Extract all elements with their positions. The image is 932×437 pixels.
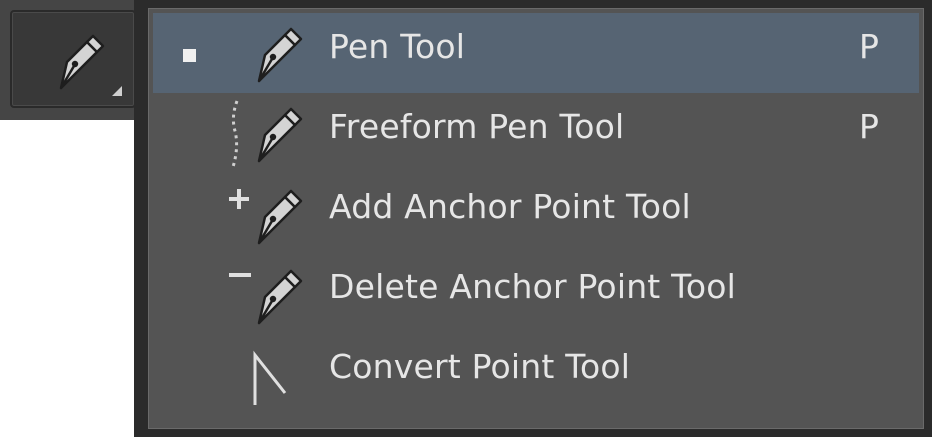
pen-icon xyxy=(257,27,303,83)
delete-anchor-point-icon xyxy=(229,269,303,325)
pen-tool-flyout: Pen Tool P Freeform Pen Tool P Add Ancho… xyxy=(0,0,932,437)
menu-item-label: Add Anchor Point Tool xyxy=(329,187,691,226)
freeform-pen-icon xyxy=(231,100,303,168)
tool-flyout-menu-list: Pen Tool P Freeform Pen Tool P Add Ancho… xyxy=(148,8,924,429)
selected-square-icon xyxy=(183,49,196,62)
menu-item-label: Delete Anchor Point Tool xyxy=(329,267,737,306)
menu-item-convert-point-tool[interactable]: Convert Point Tool xyxy=(153,333,919,413)
pen-icon xyxy=(42,26,112,96)
menu-item-freeform-pen-tool[interactable]: Freeform Pen Tool P xyxy=(153,93,919,173)
menu-item-label: Pen Tool xyxy=(329,27,466,66)
add-anchor-point-icon xyxy=(229,189,303,245)
menu-item-label: Freeform Pen Tool xyxy=(329,107,625,146)
flyout-triangle-icon xyxy=(112,86,122,96)
convert-point-icon xyxy=(253,350,287,405)
menu-item-label: Convert Point Tool xyxy=(329,347,631,386)
pen-tool-button[interactable] xyxy=(10,10,136,108)
tools-panel xyxy=(0,0,150,120)
menu-item-shortcut: P xyxy=(859,107,879,146)
tool-flyout-menu: Pen Tool P Freeform Pen Tool P Add Ancho… xyxy=(134,0,932,437)
menu-item-shortcut: P xyxy=(859,27,879,66)
menu-item-add-anchor-point-tool[interactable]: Add Anchor Point Tool xyxy=(153,173,919,253)
menu-item-pen-tool[interactable]: Pen Tool P xyxy=(153,13,919,93)
menu-item-delete-anchor-point-tool[interactable]: Delete Anchor Point Tool xyxy=(153,253,919,333)
